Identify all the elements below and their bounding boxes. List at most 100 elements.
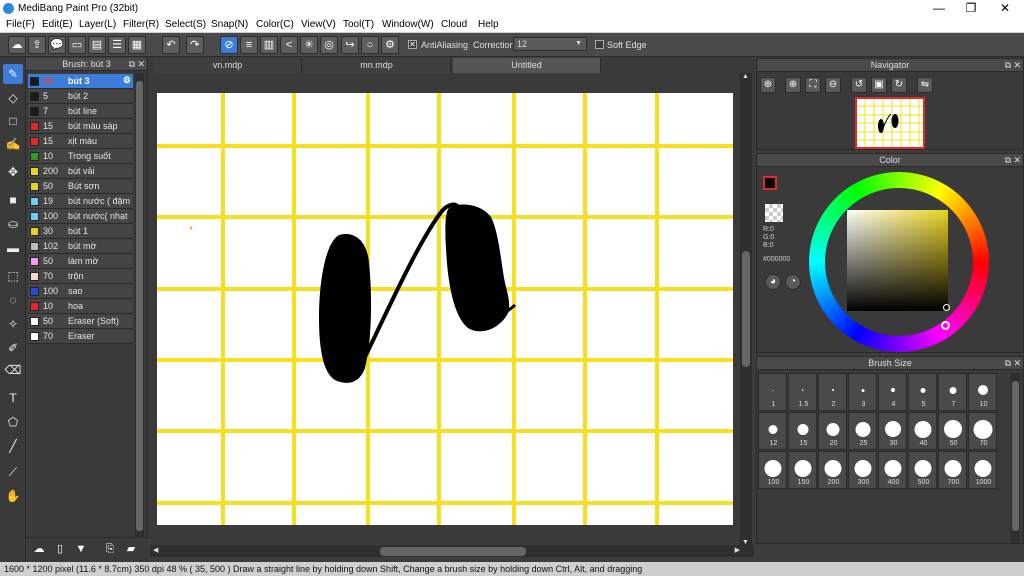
close-icon[interactable]: ✕: [1013, 154, 1021, 167]
menu-select[interactable]: Select(S): [165, 19, 206, 30]
brush-item[interactable]: 50 làm mờ: [28, 254, 133, 269]
hand-tool-icon[interactable]: ✋: [3, 486, 23, 506]
gradient-tool-icon[interactable]: ▬: [3, 238, 23, 258]
brush-size-option[interactable]: 15: [788, 412, 817, 450]
canvas-area[interactable]: [150, 73, 740, 543]
operation-tool-icon[interactable]: ╱: [3, 436, 23, 456]
brush-scrollbar[interactable]: [135, 73, 144, 543]
brush-item[interactable]: 15 xịt màu: [28, 134, 133, 149]
scroll-thumb[interactable]: [136, 81, 143, 531]
transparent-color-swatch[interactable]: [765, 204, 783, 222]
vanish-snap-icon[interactable]: <: [280, 36, 298, 54]
divide-tool-icon[interactable]: ⬠: [3, 412, 23, 432]
brush-size-option[interactable]: 1000: [968, 451, 997, 489]
rotate-right-icon[interactable]: ↻: [891, 77, 907, 93]
brush-size-option[interactable]: 20: [818, 412, 847, 450]
soft-edge-checkbox[interactable]: [595, 40, 604, 49]
select-eraser-tool-icon[interactable]: ⌫: [3, 360, 23, 380]
rect-fill-tool-icon[interactable]: ■: [3, 190, 23, 210]
brush-size-option[interactable]: 3: [848, 373, 877, 411]
brush-size-option[interactable]: 12: [758, 412, 787, 450]
tab-untitled[interactable]: Untitled: [453, 58, 601, 73]
undock-icon[interactable]: ⧉: [129, 58, 135, 71]
color-wheel-mode-icon[interactable]: ◕: [765, 274, 781, 290]
copy-brush-icon[interactable]: ⎘: [101, 541, 119, 558]
brush-size-option[interactable]: 200: [818, 451, 847, 489]
brush-size-option[interactable]: 70: [968, 412, 997, 450]
brush-size-option[interactable]: 100: [758, 451, 787, 489]
undock-icon[interactable]: ⧉: [1005, 357, 1011, 370]
close-button[interactable]: ✕: [988, 0, 1022, 17]
share-icon[interactable]: ⇪: [28, 36, 46, 54]
redo-icon[interactable]: ↷: [186, 36, 204, 54]
reset-view-icon[interactable]: ▣: [871, 77, 887, 93]
brush-item[interactable]: 100 bút nước( nhạt: [28, 209, 133, 224]
circle-snap-icon[interactable]: ◎: [320, 36, 338, 54]
eraser-tool-icon[interactable]: ◇: [3, 88, 23, 108]
brush-size-option[interactable]: 7: [938, 373, 967, 411]
list-icon[interactable]: ☰: [108, 36, 126, 54]
close-icon[interactable]: ✕: [137, 58, 145, 71]
undock-icon[interactable]: ⧉: [1005, 154, 1011, 167]
brush-item[interactable]: 10 hoa: [28, 299, 133, 314]
brush-menu-icon[interactable]: ▼: [72, 541, 90, 558]
menu-window[interactable]: Window(W): [382, 19, 434, 30]
brush-item[interactable]: 50 Bút sơn: [28, 179, 133, 194]
brush-item[interactable]: 19 bút nước ( đậm: [28, 194, 133, 209]
horizontal-scroll-thumb[interactable]: [380, 547, 526, 556]
text-tool-icon[interactable]: T: [3, 388, 23, 408]
brush-cloud-icon[interactable]: ☁: [30, 541, 48, 558]
scroll-thumb[interactable]: [1012, 381, 1019, 531]
brush-item[interactable]: 100 sao: [28, 284, 133, 299]
zoom-out-icon[interactable]: ⊖: [825, 77, 841, 93]
radial-snap-icon[interactable]: ✳: [300, 36, 318, 54]
hue-wheel[interactable]: [809, 172, 989, 352]
brush-size-option[interactable]: 30: [878, 412, 907, 450]
brush-tool-icon[interactable]: ✎: [3, 64, 23, 84]
close-icon[interactable]: ✕: [1013, 59, 1021, 72]
zoom-in-icon[interactable]: ⊕: [785, 77, 801, 93]
navigator-thumbnail[interactable]: [855, 97, 925, 149]
brush-size-option[interactable]: 700: [938, 451, 967, 489]
snap-off-icon[interactable]: ⊘: [220, 36, 238, 54]
brush-size-option[interactable]: 400: [878, 451, 907, 489]
message-icon[interactable]: ▭: [68, 36, 86, 54]
brush-item[interactable]: 10 Trong suốt: [28, 149, 133, 164]
cloud-icon[interactable]: ☁: [8, 36, 26, 54]
brush-size-option[interactable]: 40: [908, 412, 937, 450]
menu-filter[interactable]: Filter(R): [123, 19, 159, 30]
brush-size-option[interactable]: 1.5: [788, 373, 817, 411]
fit-icon[interactable]: ⛶: [805, 77, 821, 93]
brush-size-option[interactable]: 300: [848, 451, 877, 489]
brush-size-option[interactable]: 25: [848, 412, 877, 450]
brush-settings-icon[interactable]: ⚙: [123, 75, 131, 86]
close-icon[interactable]: ✕: [1013, 357, 1021, 370]
cross-snap-icon[interactable]: ▥: [260, 36, 278, 54]
select-pen-tool-icon[interactable]: ✐: [3, 338, 23, 358]
lasso-tool-icon[interactable]: ◌: [3, 290, 23, 310]
tab-mn[interactable]: mn.mdp: [303, 58, 451, 73]
parallel-snap-icon[interactable]: ≡: [240, 36, 258, 54]
undo-icon[interactable]: ↶: [162, 36, 180, 54]
brush-size-option[interactable]: 5: [908, 373, 937, 411]
saturation-value-square[interactable]: [847, 210, 948, 311]
hue-cursor[interactable]: [941, 321, 950, 330]
brush-item[interactable]: 15 bút màu sáp: [28, 119, 133, 134]
scroll-right-icon[interactable]: ▶: [735, 546, 740, 554]
brush-size-option[interactable]: 500: [908, 451, 937, 489]
menu-edit[interactable]: Edit(E): [42, 19, 73, 30]
grid-icon[interactable]: ▦: [128, 36, 146, 54]
brush-size-option[interactable]: 10: [968, 373, 997, 411]
brush-size-option[interactable]: 2: [818, 373, 847, 411]
maximize-button[interactable]: ❐: [954, 0, 988, 17]
menu-color[interactable]: Color(C): [256, 19, 294, 30]
document-icon[interactable]: ▤: [88, 36, 106, 54]
scroll-up-icon[interactable]: ▲: [742, 73, 749, 80]
rotate-left-icon[interactable]: ↺: [851, 77, 867, 93]
brush-item[interactable]: 70 Eraser: [28, 329, 133, 344]
select-tool-icon[interactable]: ⬚: [3, 266, 23, 286]
snap-settings-icon[interactable]: ⚙: [381, 36, 399, 54]
menu-snap[interactable]: Snap(N): [211, 19, 248, 30]
brush-size-scrollbar[interactable]: [1011, 373, 1020, 543]
antialiasing-checkbox[interactable]: ✕: [408, 40, 417, 49]
